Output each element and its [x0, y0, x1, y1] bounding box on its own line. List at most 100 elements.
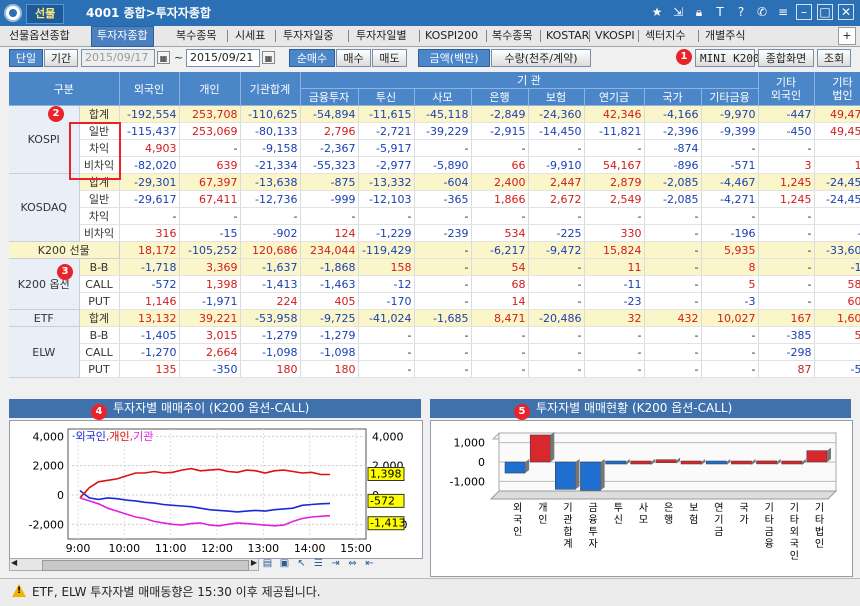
scroll-left-icon[interactable]: ◀ — [11, 558, 17, 567]
chart-settings-icon[interactable]: ▤ — [262, 558, 273, 569]
category-char: 기 — [815, 502, 824, 514]
table-row[interactable]: ETF 합계 13,132 39,221 -53,958 -9,725 -41,024 -1,… — [9, 309, 860, 327]
date-to-input[interactable]: 2015/09/21 — [186, 49, 260, 67]
table-row[interactable]: 비차익 -82,020 639 -21,334 -55,323 -2,977 -5,890 6… — [9, 156, 860, 174]
category-char: 사 — [639, 502, 648, 514]
table-row[interactable]: 비차익 316 -15 -902 124 -1,229 -239 534 -225 330- -19… — [9, 224, 860, 242]
chart-scrollbar[interactable]: ◀ ▶ — [9, 558, 259, 571]
value-cell: -110,625 — [240, 105, 301, 123]
table-row[interactable]: KOSPI 합계 -192,554 253,708 -110,625 -54,894 -11… — [9, 105, 860, 174]
value-cell: -12,103 — [358, 190, 415, 208]
help-icon[interactable]: ? — [733, 4, 749, 20]
bar — [731, 460, 752, 465]
tab-multi-item-2[interactable]: 복수종목 — [487, 27, 537, 45]
bar — [580, 461, 601, 491]
tab-investor-intraday[interactable]: 투자자일중 — [278, 27, 339, 45]
value-cell: -29,617 — [119, 190, 180, 208]
mini-k200-button[interactable]: MINI K200 — [695, 49, 760, 67]
value-cell: - — [414, 207, 472, 225]
table-row[interactable]: PUT1,146-1,971224405-170-14--23--3-601 — [9, 292, 860, 310]
table-row[interactable]: 일반 -29,617 67,411 -12,736 -999 -12,103 -365 1,8… — [9, 190, 860, 208]
buy-button[interactable]: 매수 — [336, 49, 371, 67]
trend-chart[interactable]: 4,0004,0002,0002,00000-2,000-2,0009:0010… — [9, 420, 423, 559]
tab-vkospi[interactable]: VKOSPI — [590, 27, 640, 45]
overview-screen-button[interactable]: 종합화면 — [758, 49, 814, 67]
tab-multi-item[interactable]: 복수종목 — [171, 27, 221, 45]
table-row[interactable]: K200 옵션 B-B -1,718 3,369 -1,637 -1,868 158-54-… — [9, 258, 860, 310]
chart-table-icon[interactable]: ☰ — [313, 558, 324, 569]
sell-button[interactable]: 매도 — [372, 49, 407, 67]
category-char: 개 — [538, 502, 547, 514]
value-cell: -1,098 — [240, 343, 301, 361]
value-cell: 66 — [471, 156, 529, 174]
menu-icon[interactable]: ≡ — [775, 4, 791, 20]
table-row[interactable]: ELW B-B -1,405 3,015 -1,279 -1,279- - - - - - - -385… — [9, 326, 860, 378]
value-cell: 587 — [814, 275, 860, 293]
amount-button[interactable]: 금액(백만) — [418, 49, 490, 67]
tab-separator — [638, 30, 639, 42]
tab-investor-daily[interactable]: 투자자일별 — [351, 27, 412, 45]
maximize-icon[interactable]: □ — [817, 4, 833, 20]
calendar-from-icon[interactable]: ▦ — [157, 51, 170, 64]
end-label-inst: -1,413 — [370, 517, 405, 530]
sub-label-cell: PUT — [79, 292, 120, 310]
value-cell: -2,367 — [300, 139, 359, 157]
chart-comment-icon[interactable]: ▣ — [279, 558, 290, 569]
table-row[interactable]: CALL-1,2702,664-1,098-1,098--------2982 — [9, 343, 860, 361]
export-icon[interactable]: ⇲ — [670, 4, 686, 20]
lock-icon[interactable]: 🔒︎ — [691, 4, 707, 20]
add-tab-icon[interactable]: + — [838, 27, 856, 45]
bar — [806, 450, 828, 463]
scroll-thumb[interactable] — [42, 560, 249, 571]
sub-label-cell: 일반 — [79, 190, 120, 208]
table-row[interactable]: CALL-5721,398-1,413-1,463-12-68--11-5-58… — [9, 275, 860, 293]
table-row[interactable]: KOSDAQ 합계 -29,301 67,397 -13,638 -875 -13,332-… — [9, 173, 860, 242]
calendar-to-icon[interactable]: ▦ — [262, 51, 275, 64]
scroll-right-icon[interactable]: ▶ — [251, 558, 257, 567]
category-label: 개인 — [538, 502, 547, 526]
tab-quote-table[interactable]: 시세표 — [230, 27, 270, 45]
minimize-icon[interactable]: – — [796, 4, 812, 20]
tab-kospi200[interactable]: KOSPI200 — [420, 27, 483, 45]
tab-separator — [698, 30, 699, 42]
market-chip[interactable]: 선물 — [26, 4, 65, 24]
value-cell: -298 — [758, 343, 815, 361]
table-row[interactable]: 차익------------- — [9, 207, 860, 225]
quantity-button[interactable]: 수량(천주/계약) — [491, 49, 591, 67]
chart-cursor-icon[interactable]: ↖ — [296, 558, 307, 569]
close-icon[interactable]: ✕ — [838, 4, 854, 20]
date-from-input[interactable]: 2015/09/17 — [81, 49, 155, 67]
tab-futures-options[interactable]: 선물옵션종합 — [4, 27, 75, 45]
net-buy-button[interactable]: 순매수 — [289, 49, 335, 67]
tab-sector-index[interactable]: 섹터지수 — [640, 27, 690, 45]
value-cell: -170 — [358, 292, 415, 310]
period-button[interactable]: 기간 — [44, 49, 78, 67]
value-cell: - — [471, 326, 529, 344]
value-cell: - — [528, 207, 585, 225]
single-button[interactable]: 단일 — [9, 49, 43, 67]
chart-zoom-in-icon[interactable]: ⇥ — [330, 558, 341, 569]
chart-zoom-out-icon[interactable]: ⇤ — [364, 558, 375, 569]
status-chart[interactable]: 1,000 0 -1,000 외 국 인 개 인 기 관 합 계 금 융 투 자 투 신 사 모 은 행 보 험 연 기 금 국 가 기 타… — [430, 420, 853, 577]
table-row[interactable]: 차익4,903--9,158-2,367-5,917-----874--- — [9, 139, 860, 157]
chart-fit-icon[interactable]: ⇔ — [347, 558, 358, 569]
star-icon[interactable]: ★ — [649, 4, 665, 20]
phone-icon[interactable]: ✆ — [754, 4, 770, 20]
table-row[interactable]: PUT135-350180180-------87-52 — [9, 360, 860, 378]
value-cell: -2 — [814, 224, 860, 242]
value-cell: 1,245 — [758, 173, 815, 191]
bar — [705, 460, 727, 465]
query-button[interactable]: 조회 — [817, 49, 851, 67]
tab-kostar[interactable]: KOSTAR — [541, 27, 594, 45]
tab-investor-summary[interactable]: 투자자종합 — [91, 26, 154, 47]
text-icon[interactable]: T — [712, 4, 728, 20]
table-row[interactable]: 일반 -115,437 253,069 -80,133 2,796 -2,721 -39,2… — [9, 122, 860, 140]
tab-individual-stock[interactable]: 개별주식 — [700, 27, 750, 45]
value-cell: -350 — [179, 360, 241, 378]
value-cell: -3 — [701, 292, 759, 310]
sub-label-cell: PUT — [79, 360, 120, 378]
bar — [504, 461, 526, 474]
investor-table: 구분 외국인 개인 기관합계 기 관 기타 외국인 기타 법인 금융투자 투신 사모… — [9, 72, 860, 378]
value-cell: - — [358, 207, 415, 225]
table-row[interactable]: K200 선물 18,172 -105,252 120,686 234,044 -119,… — [9, 241, 860, 259]
